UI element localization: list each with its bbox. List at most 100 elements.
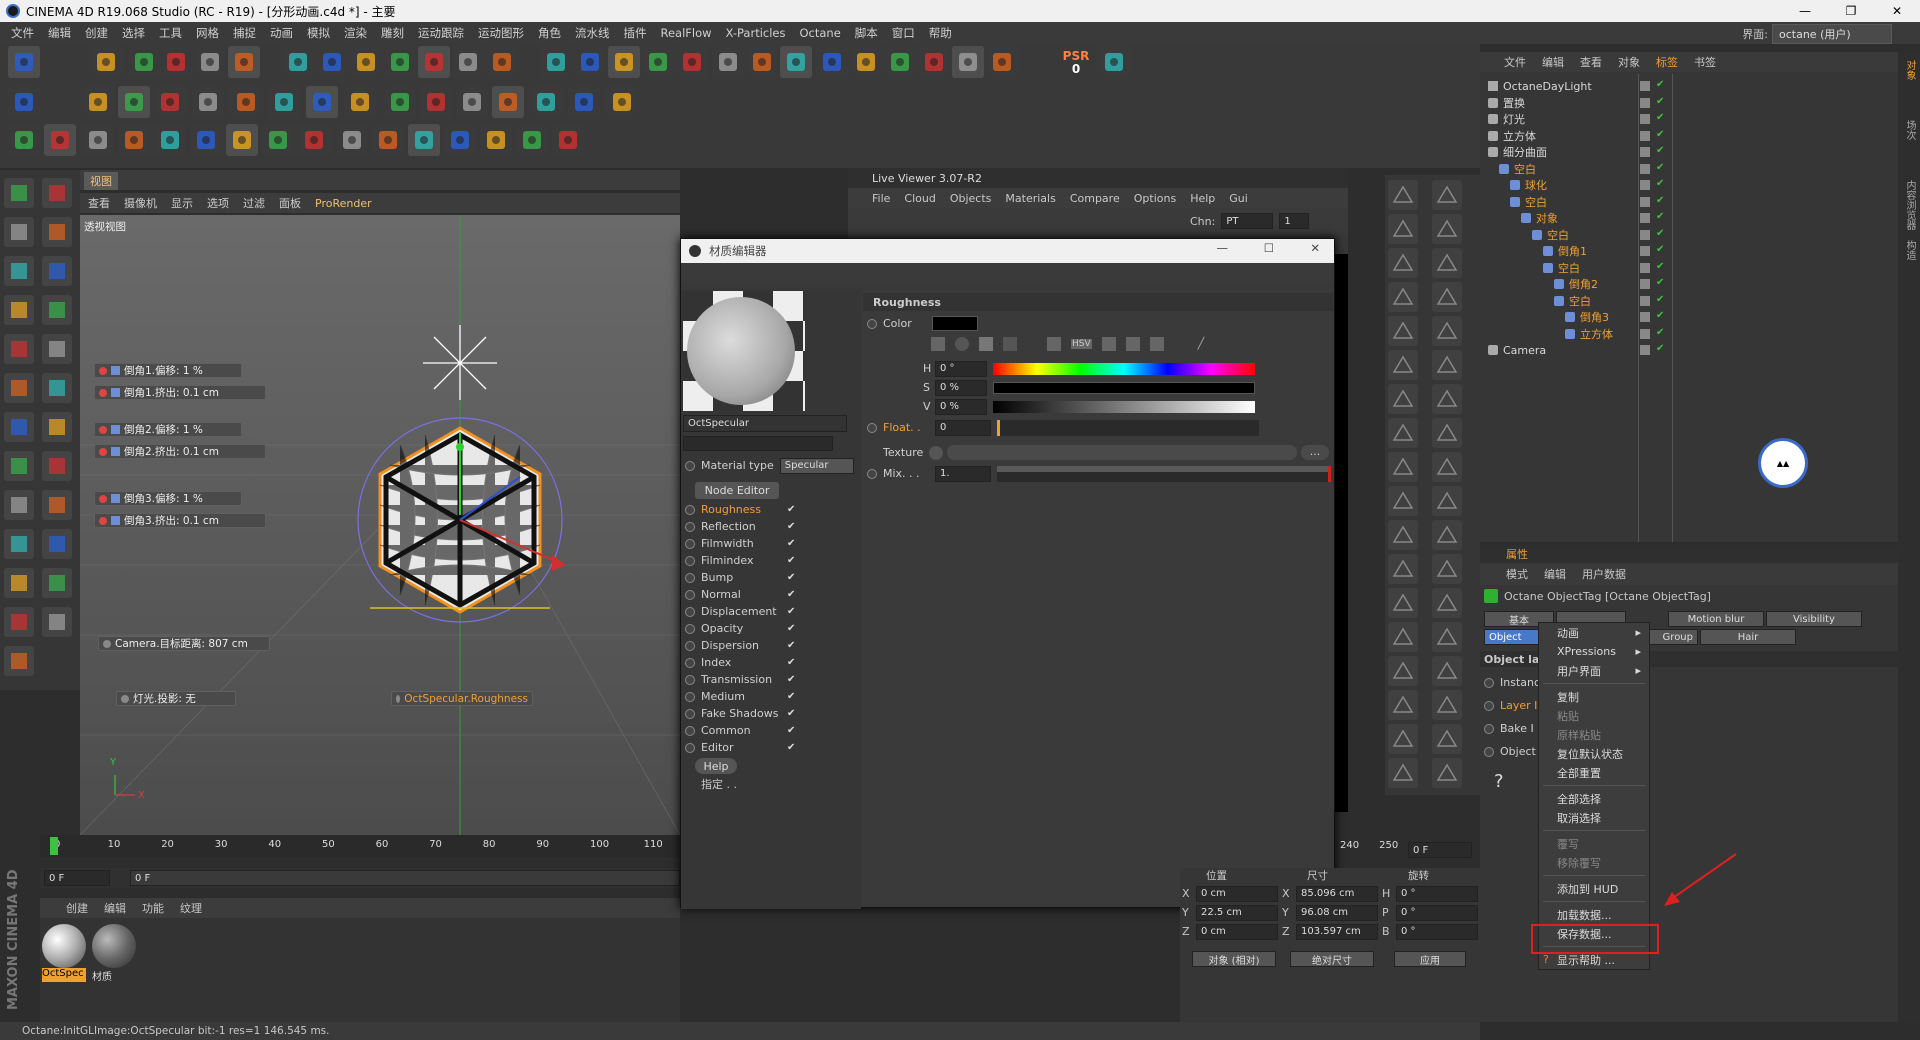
visibility-toggle-icon[interactable] xyxy=(1640,97,1650,108)
palette-tool-icon[interactable] xyxy=(1388,690,1418,720)
radio-icon[interactable] xyxy=(1484,746,1494,757)
checker-icon[interactable] xyxy=(4,256,34,286)
radio-icon[interactable] xyxy=(867,318,877,329)
hsv-button[interactable]: HSV xyxy=(1071,339,1092,349)
coord-field[interactable]: 22.5 cm xyxy=(1196,904,1278,921)
timeline-ruler[interactable]: 0102030405060708090100110 xyxy=(40,835,680,857)
object-tree-row[interactable]: 倒角1 ✔ xyxy=(1484,243,1894,260)
radio-icon[interactable] xyxy=(685,538,695,549)
palette-tool-icon[interactable] xyxy=(1388,724,1418,754)
hud-bevel-param[interactable]: 倒角3.偏移: 1 % xyxy=(94,491,242,506)
menu-item[interactable]: 文件 xyxy=(4,25,41,41)
attr-menu-item[interactable]: 用户数据 xyxy=(1582,566,1626,582)
menu-item[interactable]: 运动跟踪 xyxy=(411,25,471,41)
hud-bevel-param[interactable]: 倒角2.挤出: 0.1 cm xyxy=(94,444,266,459)
object-tree-row[interactable]: 空白 ✔ xyxy=(1484,161,1894,178)
coord-field[interactable]: 0 ° xyxy=(1396,923,1478,940)
viewport-menu-item[interactable]: 过滤 xyxy=(243,195,265,211)
palette-tool-icon[interactable] xyxy=(1432,486,1462,516)
grid-3-icon[interactable] xyxy=(42,568,72,598)
grid-2-icon[interactable] xyxy=(4,568,34,598)
menu-item[interactable]: 窗口 xyxy=(885,25,922,41)
context-menu-item[interactable]: XPressions ▸ xyxy=(1539,642,1649,661)
visibility-toggle-icon[interactable] xyxy=(1640,295,1650,306)
gear-green-icon[interactable] xyxy=(262,124,294,156)
object-tree-row[interactable]: 空白 ✔ xyxy=(1484,260,1894,277)
edge-tab[interactable]: 场次 xyxy=(1902,120,1917,140)
check-icon[interactable]: ✔ xyxy=(787,725,797,736)
octane-icon[interactable] xyxy=(1098,46,1130,78)
enable-check-icon[interactable]: ✔ xyxy=(1656,162,1664,173)
octane-half-icon[interactable] xyxy=(44,124,76,156)
green-plant-icon[interactable] xyxy=(492,86,524,118)
undo-icon[interactable] xyxy=(8,46,40,78)
radio-icon[interactable] xyxy=(685,691,695,702)
coord-mode-dropdown[interactable]: 对象 (相对) xyxy=(1192,951,1276,967)
xp-down-icon[interactable] xyxy=(952,46,984,78)
axis-icon[interactable] xyxy=(42,412,72,442)
channel-row[interactable]: Common ✔ xyxy=(681,722,861,739)
channel-row[interactable]: Reflection ✔ xyxy=(681,518,861,535)
x-axis-icon[interactable] xyxy=(282,46,314,78)
check-icon[interactable]: ✔ xyxy=(787,708,797,719)
channel-row[interactable]: Index ✔ xyxy=(681,654,861,671)
object-tree-row[interactable]: 立方体 ✔ xyxy=(1484,128,1894,145)
context-menu-item[interactable]: 加载数据... xyxy=(1539,905,1649,924)
subdivision-icon[interactable] xyxy=(608,46,640,78)
palette-tool-icon[interactable] xyxy=(1388,554,1418,584)
material-preview[interactable] xyxy=(683,291,805,411)
material-menu-item[interactable]: 创建 xyxy=(66,900,88,916)
sun-icon[interactable] xyxy=(118,124,150,156)
uv-icon[interactable] xyxy=(230,86,262,118)
coord-field[interactable]: 0 cm xyxy=(1196,923,1278,940)
hud-camera-distance[interactable]: Camera.目标距离: 807 cm xyxy=(98,636,270,651)
hue-slider[interactable] xyxy=(993,362,1255,375)
sphere-icon[interactable] xyxy=(408,124,440,156)
context-menu-item[interactable]: 添加到 HUD xyxy=(1539,879,1649,898)
flame2-icon[interactable] xyxy=(336,124,368,156)
live-viewer-menu-item[interactable]: Cloud xyxy=(904,192,935,205)
om-menu-item[interactable]: 对象 xyxy=(1618,54,1640,70)
visibility-toggle-icon[interactable] xyxy=(1640,180,1650,190)
palette-tool-icon[interactable] xyxy=(1432,452,1462,482)
edge-tab[interactable]: 内容浏览器 xyxy=(1902,180,1917,230)
menu-item[interactable]: 选择 xyxy=(115,25,152,41)
enable-check-icon[interactable]: ✔ xyxy=(1656,195,1664,206)
material-type-dropdown[interactable]: Specular xyxy=(779,457,854,474)
s-icon[interactable] xyxy=(918,46,950,78)
sphere-dark-icon[interactable] xyxy=(480,124,512,156)
viewport[interactable]: 透视视图 倒角1.偏移: 1 % 倒角1.挤出: 0.1 cm 倒角2.偏移: 1 … xyxy=(80,215,680,835)
float-field[interactable]: 0 xyxy=(935,419,991,436)
palette-tool-icon[interactable] xyxy=(1432,520,1462,550)
texture-browse-button[interactable]: ... xyxy=(1301,445,1329,460)
visibility-toggle-icon[interactable] xyxy=(1640,196,1650,207)
xp-explode-icon[interactable] xyxy=(850,46,882,78)
viewport-tab[interactable]: 视图 xyxy=(84,172,118,190)
context-menu-item[interactable]: 取消选择 xyxy=(1539,808,1649,827)
h-field[interactable]: 0 ° xyxy=(935,360,987,377)
visibility-toggle-icon[interactable] xyxy=(1640,246,1650,256)
world-coord-icon[interactable] xyxy=(384,46,416,78)
menu-item[interactable]: 网格 xyxy=(189,25,226,41)
coord-field[interactable]: 0 ° xyxy=(1396,885,1478,902)
move-plus-icon[interactable] xyxy=(228,46,260,78)
palette-tool-icon[interactable] xyxy=(1432,214,1462,244)
visibility-toggle-icon[interactable] xyxy=(1640,81,1650,91)
edges-icon[interactable] xyxy=(154,86,186,118)
context-menu-item[interactable]: 原样粘贴 xyxy=(1539,725,1649,744)
palette-tool-icon[interactable] xyxy=(1432,180,1462,210)
live-viewer-menu-item[interactable]: File xyxy=(872,192,890,205)
attr-menu-item[interactable]: 模式 xyxy=(1506,566,1528,582)
radio-icon[interactable] xyxy=(867,468,877,479)
snap-icon[interactable] xyxy=(344,86,376,118)
rgb-icon[interactable] xyxy=(1047,337,1061,351)
visibility-toggle-icon[interactable] xyxy=(1640,229,1650,240)
enable-check-icon[interactable]: ✔ xyxy=(1656,228,1664,239)
image-icon[interactable] xyxy=(1003,337,1017,351)
palette-tool-icon[interactable] xyxy=(1432,282,1462,312)
frame-range-slider[interactable]: 0 F xyxy=(130,870,680,886)
cube-icon[interactable] xyxy=(540,46,572,78)
cube-view-icon[interactable] xyxy=(4,217,34,247)
menu-item[interactable]: 渲染 xyxy=(337,25,374,41)
spectrum-icon[interactable] xyxy=(979,337,993,351)
